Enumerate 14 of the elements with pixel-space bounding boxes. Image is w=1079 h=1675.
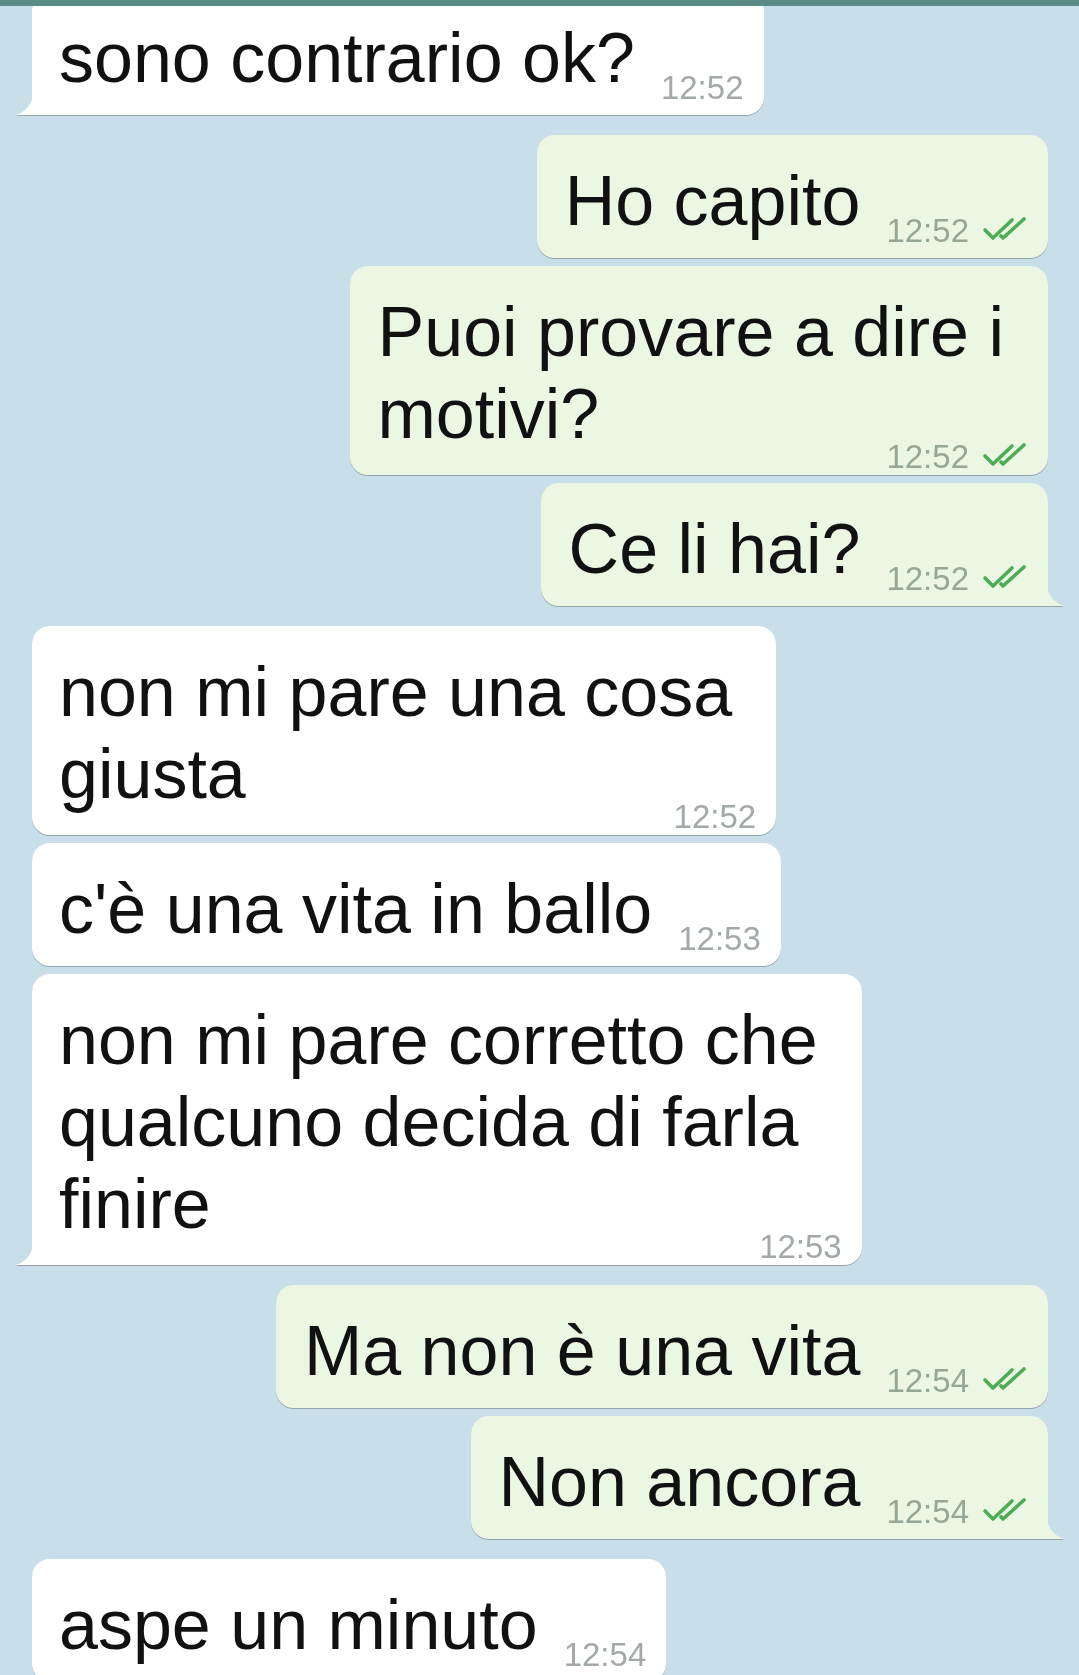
message-time: 12:54 xyxy=(563,1638,647,1671)
message-time: 12:52 xyxy=(886,214,969,247)
message-text: sono contrario ok? xyxy=(59,19,635,97)
message-text: Ma non è una vita xyxy=(303,1312,861,1390)
message-text: c'è una vita in ballo xyxy=(59,870,653,948)
message-time: 12:52 xyxy=(660,71,744,104)
message-text: Ce li hai? xyxy=(568,510,861,588)
message-text: Non ancora xyxy=(498,1443,861,1521)
message-time: 12:52 xyxy=(886,562,969,595)
message-time: 12:53 xyxy=(678,922,761,955)
message-time: 12:54 xyxy=(886,1364,969,1397)
message-time: 12:54 xyxy=(886,1495,969,1528)
message-text: Ho capito xyxy=(564,162,861,240)
message-text: aspe un minuto xyxy=(59,1586,538,1664)
